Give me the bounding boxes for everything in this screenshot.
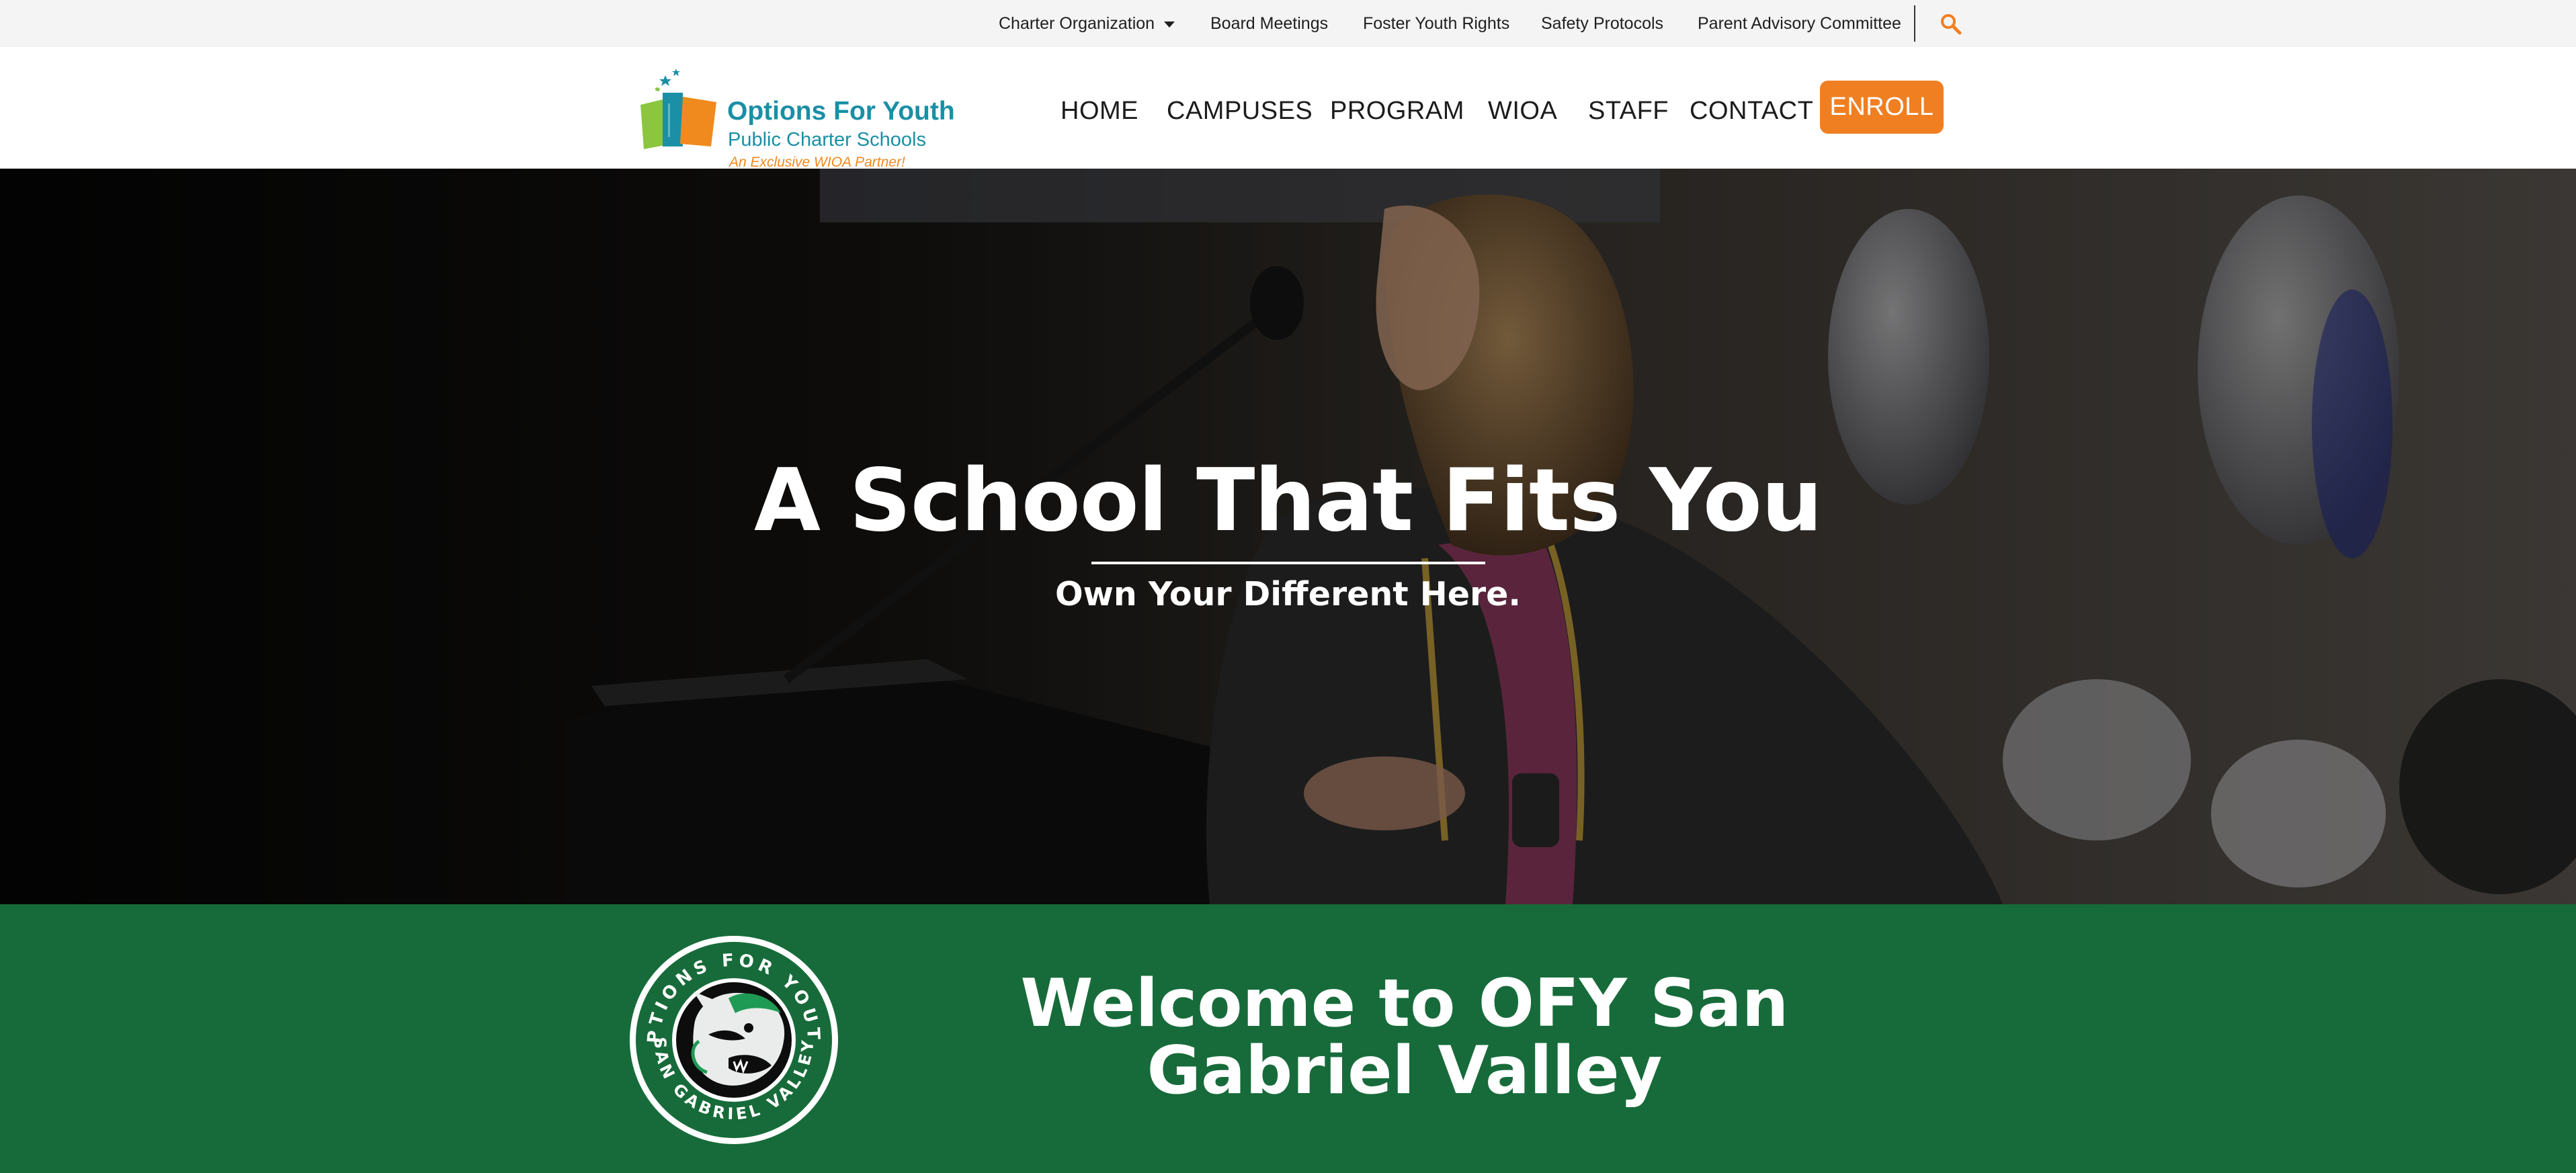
hero-banner: A School That Fits You Own Your Differen… [0, 169, 2576, 904]
welcome-section: OPTIONS FOR YOUTH SAN GABRIEL VALLEY Wel… [0, 904, 2576, 1173]
nav-staff[interactable]: STAFF [1588, 94, 1669, 128]
chevron-down-icon [1164, 21, 1175, 28]
nav-contact[interactable]: CONTACT [1690, 94, 1813, 128]
hero-subtitle: Own Your Different Here. [1054, 575, 1522, 613]
enroll-button[interactable]: ENROLL [1820, 81, 1944, 134]
site-logo[interactable]: Options For Youth Public Charter Schools… [638, 66, 961, 170]
welcome-title: Welcome to OFY San Gabriel Valley [1020, 965, 1789, 1109]
school-badge-logo: OPTIONS FOR YOUTH SAN GABRIEL VALLEY [628, 934, 838, 1144]
nav-wioa[interactable]: WIOA [1488, 94, 1557, 128]
hero-title: A School That Fits You [754, 451, 1823, 551]
search-icon[interactable] [1940, 13, 1962, 36]
logo-title: Options For Youth [727, 97, 955, 126]
utility-link-foster-youth-rights[interactable]: Foster Youth Rights [1363, 0, 1509, 47]
hero-divider [1091, 562, 1485, 564]
nav-program[interactable]: PROGRAM [1330, 94, 1464, 128]
utility-link-label: Charter Organization [999, 14, 1155, 33]
utility-link-parent-advisory-committee[interactable]: Parent Advisory Committee [1698, 0, 1901, 47]
utility-bar: Charter Organization Board Meetings Fost… [0, 0, 2576, 47]
nav-home[interactable]: HOME [1061, 94, 1138, 128]
logo-subtitle: Public Charter Schools [728, 129, 926, 150]
logo-books-icon [640, 69, 716, 149]
utility-link-charter-organization[interactable]: Charter Organization [999, 0, 1175, 47]
nav-campuses[interactable]: CAMPUSES [1167, 94, 1313, 128]
site-header: Options For Youth Public Charter Schools… [0, 47, 2576, 170]
utility-link-safety-protocols[interactable]: Safety Protocols [1541, 0, 1663, 47]
utility-link-board-meetings[interactable]: Board Meetings [1210, 0, 1328, 47]
utility-divider [1914, 5, 1915, 42]
